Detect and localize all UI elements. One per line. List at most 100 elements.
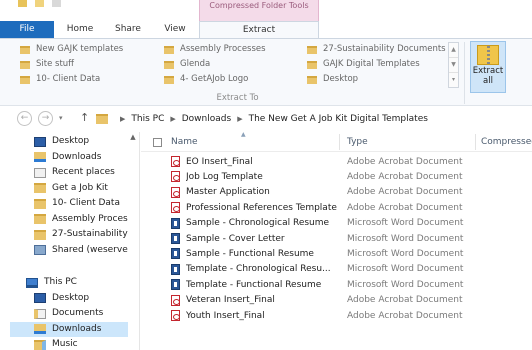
recent-locations-chevron-icon[interactable]: ▾ bbox=[59, 114, 63, 122]
pdf-icon bbox=[171, 202, 180, 214]
nav-item-sustainability[interactable]: 27-Sustainability bbox=[34, 227, 128, 242]
nav-item-label: Recent places bbox=[52, 167, 115, 177]
breadcrumb-chevron-icon[interactable]: ▶ bbox=[170, 115, 175, 123]
folder-icon bbox=[34, 229, 46, 240]
nav-item-label: Music bbox=[52, 339, 78, 349]
nav-item-pc-documents[interactable]: Documents bbox=[34, 306, 128, 321]
select-all-checkbox[interactable] bbox=[153, 138, 162, 147]
word-doc-icon bbox=[171, 279, 180, 291]
file-name: Template - Functional Resume bbox=[186, 279, 322, 290]
tab-extract[interactable]: Extract bbox=[199, 21, 319, 38]
tab-home[interactable]: Home bbox=[56, 21, 104, 38]
extract-destination[interactable]: New GAJK templates bbox=[20, 42, 160, 57]
file-type: Adobe Acrobat Document bbox=[347, 310, 463, 321]
scroll-up-chevron-icon[interactable]: ▲ bbox=[128, 132, 138, 142]
extract-destination[interactable]: 10- Client Data bbox=[20, 72, 160, 87]
properties-icon[interactable] bbox=[18, 0, 27, 7]
table-row[interactable]: Veteran Insert_Final Adobe Acrobat Docume… bbox=[141, 293, 532, 308]
extract-destination[interactable]: Assembly Processes bbox=[164, 42, 304, 57]
navigation-pane-scrollbar[interactable]: ▲ bbox=[128, 132, 138, 350]
extract-destination[interactable]: Desktop bbox=[307, 72, 447, 87]
file-type: Microsoft Word Document bbox=[347, 233, 464, 244]
nav-item-client-data[interactable]: 10- Client Data bbox=[34, 196, 128, 211]
table-row[interactable]: Sample - Functional Resume Microsoft Word… bbox=[141, 246, 532, 261]
breadcrumb-chevron-icon[interactable]: ▶ bbox=[120, 115, 125, 123]
table-row[interactable]: EO Insert_Final Adobe Acrobat Document bbox=[141, 154, 532, 169]
nav-item-assembly-processes[interactable]: Assembly Proces bbox=[34, 212, 128, 227]
folder-icon bbox=[20, 75, 30, 84]
breadcrumb-this-pc[interactable]: This PC bbox=[131, 114, 164, 124]
gallery-scroll-down-icon[interactable]: ▼ bbox=[449, 58, 458, 73]
column-divider[interactable] bbox=[475, 134, 476, 150]
table-row[interactable]: Youth Insert_Final Adobe Acrobat Document bbox=[141, 308, 532, 323]
nav-item-pc-desktop[interactable]: Desktop bbox=[34, 291, 128, 306]
nav-item-downloads[interactable]: Downloads bbox=[34, 150, 128, 165]
desktop-icon bbox=[34, 136, 46, 147]
file-name: Template - Chronological Resu... bbox=[186, 264, 331, 275]
tab-share[interactable]: Share bbox=[104, 21, 152, 38]
extract-all-button[interactable]: Extract all bbox=[470, 41, 506, 93]
back-arrow-icon[interactable]: ← bbox=[17, 111, 32, 126]
table-row[interactable]: Sample - Chronological Resume Microsoft W… bbox=[141, 216, 532, 231]
column-header-type[interactable]: Type bbox=[347, 137, 368, 147]
nav-item-shared-drive[interactable]: Shared (weserver bbox=[34, 243, 128, 258]
extract-destination[interactable]: 27-Sustainability Documents bbox=[307, 42, 447, 57]
file-name: Veteran Insert_Final bbox=[186, 295, 275, 306]
tab-view[interactable]: View bbox=[152, 21, 198, 38]
extract-destination-label: New GAJK templates bbox=[36, 44, 124, 54]
word-doc-icon bbox=[171, 248, 180, 260]
downloads-icon bbox=[34, 152, 46, 162]
folder-icon bbox=[34, 198, 46, 209]
column-divider[interactable] bbox=[339, 134, 340, 150]
customize-toolbar-icon[interactable] bbox=[51, 0, 61, 7]
breadcrumb-chevron-icon[interactable]: ▶ bbox=[237, 115, 242, 123]
nav-item-label: Downloads bbox=[52, 151, 102, 162]
gallery-scrollbar[interactable]: ▲ ▼ ▾ bbox=[448, 42, 459, 88]
forward-arrow-icon[interactable]: → bbox=[38, 111, 53, 126]
file-list: ▲ Name Type Compressed EO Insert_Final Ad… bbox=[141, 131, 532, 350]
breadcrumb-downloads[interactable]: Downloads bbox=[182, 114, 231, 124]
nav-item-label: Downloads bbox=[52, 323, 102, 334]
gallery-scroll-up-icon[interactable]: ▲ bbox=[449, 43, 458, 58]
nav-item-label: 10- Client Data bbox=[52, 198, 120, 208]
folder-icon bbox=[164, 60, 174, 69]
column-header-compressed-size[interactable]: Compressed bbox=[481, 137, 532, 147]
nav-item-pc-music[interactable]: Music bbox=[34, 337, 128, 350]
tab-file[interactable]: File bbox=[0, 21, 54, 38]
nav-item-recent-places[interactable]: Recent places bbox=[34, 165, 128, 180]
nav-item-get-a-job-kit[interactable]: Get a Job Kit bbox=[34, 181, 128, 196]
extract-destination-label: Assembly Processes bbox=[180, 44, 266, 54]
nav-item-this-pc[interactable]: This PC bbox=[26, 275, 128, 290]
extract-destination[interactable]: Glenda bbox=[164, 57, 304, 72]
file-type: Adobe Acrobat Document bbox=[347, 295, 463, 306]
extract-destination[interactable]: GAJK Digital Templates bbox=[307, 57, 447, 72]
file-type: Adobe Acrobat Document bbox=[347, 156, 463, 167]
gallery-expand-icon[interactable]: ▾ bbox=[449, 73, 458, 88]
extract-destination[interactable]: 4- GetAJob Logo bbox=[164, 72, 304, 87]
pdf-icon bbox=[171, 171, 180, 183]
table-row[interactable]: Master Application Adobe Acrobat Document bbox=[141, 185, 532, 200]
folder-icon bbox=[164, 75, 174, 84]
word-doc-icon bbox=[171, 263, 180, 275]
up-arrow-icon[interactable]: ↑ bbox=[80, 111, 89, 124]
extract-destination[interactable]: Site stuff bbox=[20, 57, 160, 72]
table-row[interactable]: Professional References Template Adobe Ac… bbox=[141, 200, 532, 215]
folder-icon bbox=[20, 60, 30, 69]
nav-item-desktop[interactable]: Desktop bbox=[34, 134, 128, 149]
extract-to-group-label: Extract To bbox=[216, 93, 259, 103]
column-header-name[interactable]: Name bbox=[171, 137, 198, 147]
computer-icon bbox=[26, 277, 38, 288]
zip-folder-icon bbox=[477, 45, 499, 65]
table-row[interactable]: Sample - Cover Letter Microsoft Word Docu… bbox=[141, 231, 532, 246]
nav-item-pc-downloads[interactable]: Downloads bbox=[10, 321, 128, 337]
nav-item-label: Desktop bbox=[52, 292, 90, 303]
nav-item-label: Assembly Proces bbox=[52, 213, 128, 224]
breadcrumb-current-folder[interactable]: The New Get A Job Kit Digital Templates bbox=[249, 114, 428, 124]
table-row[interactable]: Job Log Template Adobe Acrobat Document bbox=[141, 169, 532, 184]
sort-ascending-icon: ▲ bbox=[241, 131, 246, 138]
new-folder-icon[interactable] bbox=[34, 0, 44, 7]
extract-destination-label: 27-Sustainability Documents bbox=[323, 44, 446, 54]
table-row[interactable]: Template - Chronological Resu... Microsof… bbox=[141, 262, 532, 277]
table-row[interactable]: Template - Functional Resume Microsoft Wo… bbox=[141, 277, 532, 292]
extract-all-label-line1: Extract bbox=[472, 66, 504, 76]
